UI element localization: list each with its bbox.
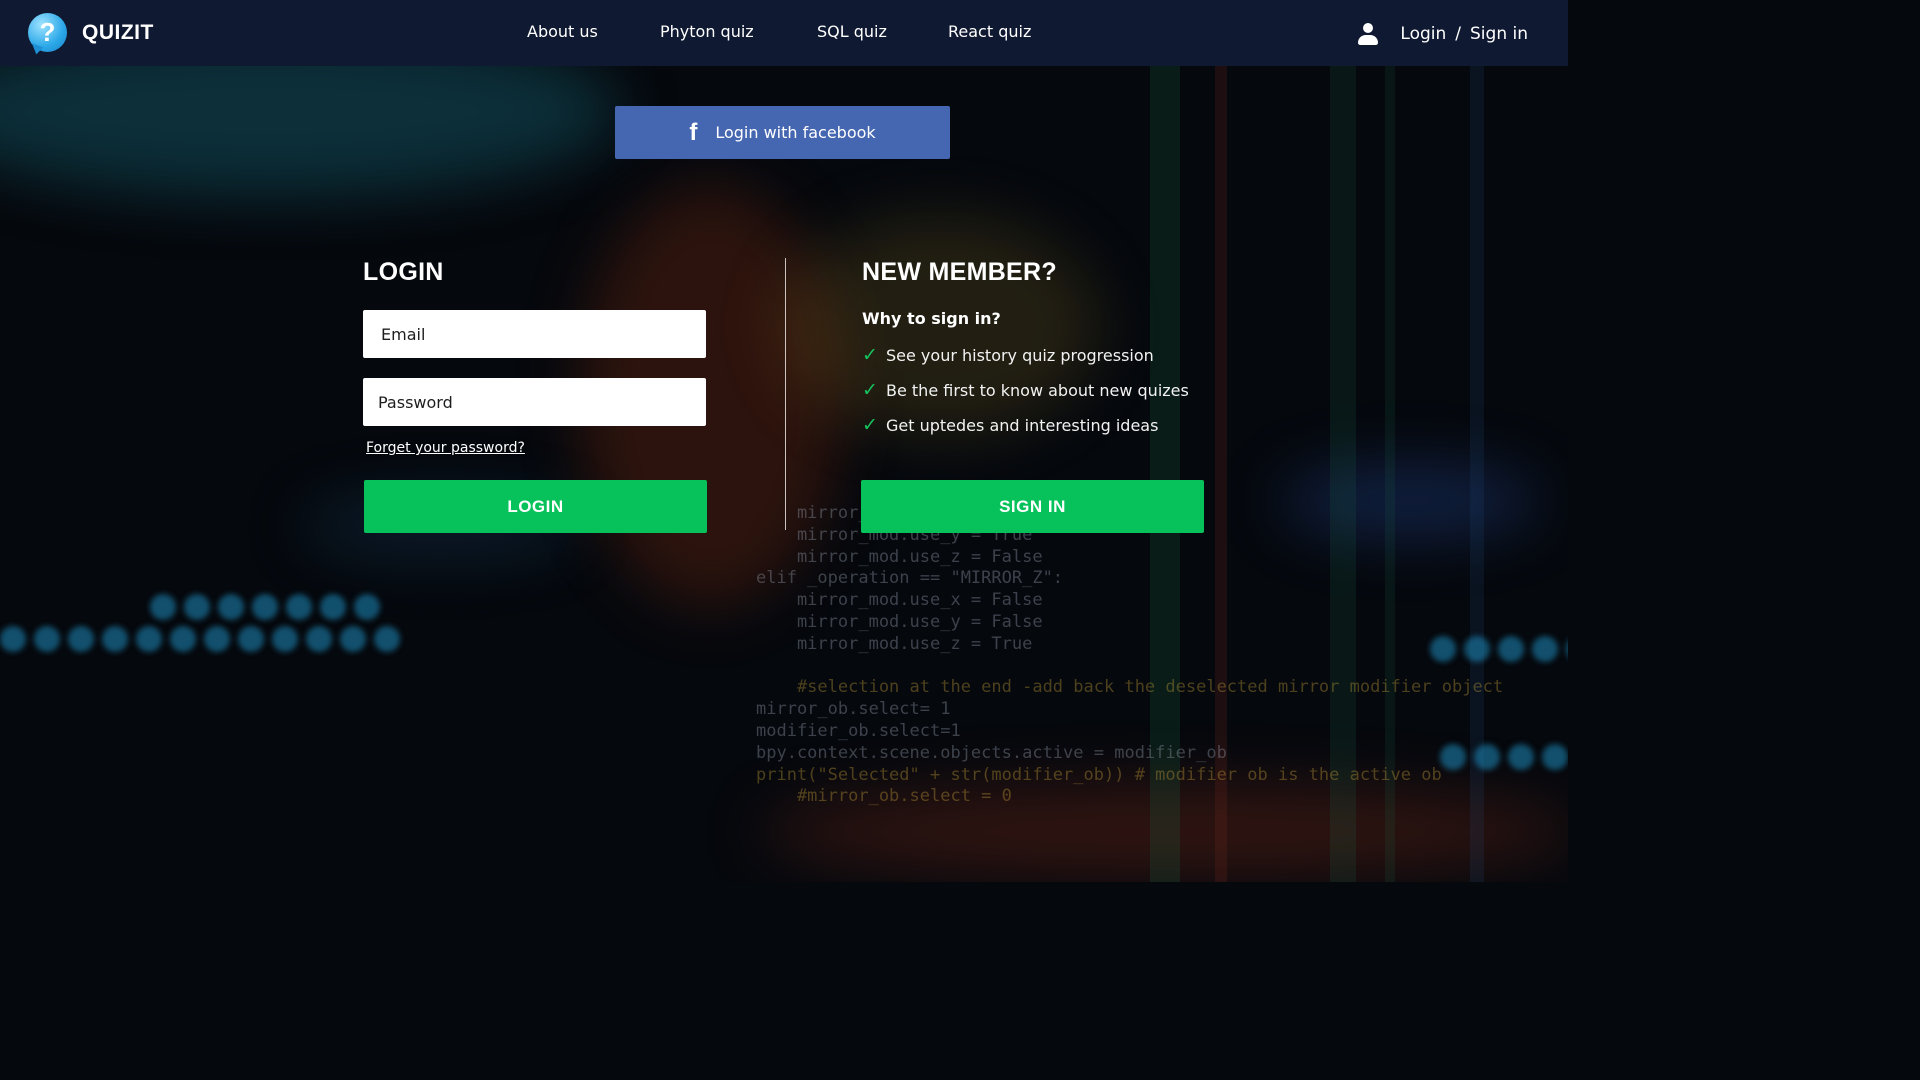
nav-item-react-quiz[interactable]: React quiz	[948, 22, 1031, 41]
question-bubble-icon: ?	[28, 13, 67, 52]
column-divider	[785, 258, 786, 530]
background-code-line: bpy.context.scene.objects.active = modif…	[756, 742, 1227, 763]
password-field[interactable]	[363, 378, 706, 426]
login-button[interactable]: LOGIN	[364, 480, 707, 533]
why-sign-in-heading: Why to sign in?	[862, 309, 1001, 328]
benefit-item: ✓ Get uptedes and interesting ideas	[862, 414, 1189, 436]
facebook-login-label: Login with facebook	[715, 123, 876, 142]
sign-in-button[interactable]: SIGN IN	[861, 480, 1204, 533]
background-code-line: mirror_mod.use_z = False	[796, 546, 1043, 567]
email-field[interactable]	[363, 310, 706, 358]
background-code-line: print("Selected" + str(modifier_ob)) # m…	[756, 764, 1442, 785]
logo-glyph: ?	[39, 17, 56, 47]
background-code-line: modifier_ob.select=1	[756, 720, 961, 741]
background-code-image: mirror_mod.use_x = False mirror_mod.use_…	[0, 66, 1568, 882]
background-code-line: mirror_mod.use_x = False	[796, 590, 1043, 611]
benefit-text: See your history quiz progression	[886, 345, 1154, 365]
account-links: Login / Sign in	[1358, 23, 1528, 45]
background-code-line: #selection at the end -add back the dese…	[796, 677, 1504, 698]
header-signin-link[interactable]: Sign in	[1470, 24, 1528, 44]
checkmark-icon: ✓	[862, 414, 878, 436]
new-member-title: NEW MEMBER?	[862, 258, 1057, 286]
background-code-line: elif _operation == "MIRROR_Z":	[756, 568, 1064, 589]
background-code-text: mirror_mod.use_x = False mirror_mod.use_…	[756, 503, 1503, 808]
forgot-password-link[interactable]: Forget your password?	[366, 440, 525, 456]
benefits-list: ✓ See your history quiz progression ✓ Be…	[862, 344, 1189, 436]
facebook-login-button[interactable]: f Login with facebook	[615, 106, 950, 159]
background-code-line: #mirror_ob.select = 0	[756, 786, 1012, 807]
user-icon[interactable]	[1358, 23, 1379, 45]
benefit-item: ✓ See your history quiz progression	[862, 344, 1189, 366]
facebook-icon: f	[689, 118, 698, 146]
checkmark-icon: ✓	[862, 344, 878, 366]
background-code-line: mirror_ob.select= 1	[756, 699, 951, 720]
nav-item-python-quiz[interactable]: Phyton quiz	[660, 22, 754, 41]
benefit-text: Be the first to know about new quizes	[886, 380, 1189, 400]
login-title: LOGIN	[363, 258, 444, 286]
account-separator: /	[1455, 24, 1462, 44]
benefit-item: ✓ Be the first to know about new quizes	[862, 379, 1189, 401]
top-navbar: ? QUIZIT About us Phyton quiz SQL quiz R…	[0, 0, 1568, 66]
header-login-link[interactable]: Login	[1400, 24, 1446, 44]
background-code-line: mirror_mod.use_y = False	[796, 611, 1043, 632]
checkmark-icon: ✓	[862, 379, 878, 401]
background-code-line: mirror_mod.use_z = True	[796, 633, 1033, 654]
nav-item-sql-quiz[interactable]: SQL quiz	[817, 22, 887, 41]
nav-item-about-us[interactable]: About us	[527, 22, 598, 41]
benefit-text: Get uptedes and interesting ideas	[886, 415, 1159, 435]
brand-name: QUIZIT	[82, 20, 154, 44]
brand-logo[interactable]: ? QUIZIT	[28, 13, 154, 52]
